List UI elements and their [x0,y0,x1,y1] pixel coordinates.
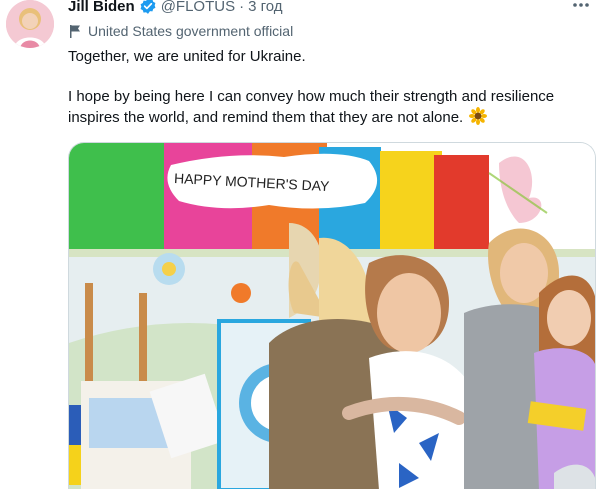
sunflower-icon [469,107,488,125]
tweet-photo[interactable]: HAPPY MOTHER'S DAY [68,142,596,489]
author-handle[interactable]: @FLOTUS [161,0,235,15]
tweet-timestamp[interactable]: 3 год [248,0,282,15]
tweet-paragraph-2: I hope by being here I can convey how mu… [68,87,588,128]
government-label[interactable]: United States government official [68,22,293,40]
flag-icon [68,24,82,38]
government-label-text: United States government official [88,23,294,39]
more-icon[interactable] [570,0,592,16]
author-name[interactable]: Jill Biden [68,0,135,15]
separator-dot: · [239,0,245,15]
tweet-text: Together, we are united for Ukraine. I h… [68,47,588,128]
avatar[interactable] [6,0,54,48]
verified-badge-icon [139,0,157,15]
tweet-paragraph-1: Together, we are united for Ukraine. [68,48,306,65]
tweet-header: Jill Biden @FLOTUS · 3 год [68,0,283,16]
